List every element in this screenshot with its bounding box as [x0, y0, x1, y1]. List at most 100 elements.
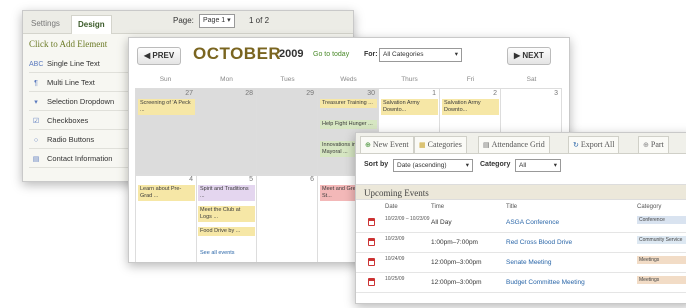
- day-number: 3: [554, 90, 558, 97]
- column-header-date: Date: [385, 204, 398, 210]
- add-icon: ⊕: [365, 141, 371, 149]
- day-number: 27: [185, 90, 193, 97]
- table-row[interactable]: 10/23/09 1:00pm–7:00pm Red Cross Blood Dri…: [356, 233, 686, 253]
- calendar-event[interactable]: Food Drive by ...: [198, 227, 255, 236]
- element-type-icon: ▤: [32, 156, 40, 163]
- day-of-week-header: Tues: [280, 76, 295, 83]
- element-type-icon: ☑: [32, 118, 40, 125]
- events-toolbar: ⊕ New Event ▦ Categories ▤ Attendance Grid ↻ Ex…: [356, 133, 686, 154]
- day-number: 5: [249, 176, 253, 183]
- table-row[interactable]: 10/24/09 12:00pm–3:00pm Senate Meeting Meet…: [356, 253, 686, 273]
- event-title-link[interactable]: Budget Committee Meeting: [506, 279, 585, 286]
- element-option[interactable]: ABC Single Line Text: [29, 55, 139, 73]
- tab-design[interactable]: Design: [71, 15, 112, 34]
- column-header-time: Time: [431, 204, 445, 210]
- day-cell[interactable]: 6: [257, 174, 318, 262]
- tab-categories[interactable]: ▦ Categories: [414, 136, 467, 154]
- event-date: 10/25/09: [385, 276, 405, 282]
- category-select[interactable]: All ▾: [515, 159, 561, 172]
- element-option[interactable]: ☑ Checkboxes: [29, 112, 139, 130]
- column-header-category: Category: [637, 204, 662, 210]
- day-number: 2: [493, 90, 497, 97]
- category-badge: Meetings: [637, 256, 686, 264]
- go-to-today-link[interactable]: Go to today: [313, 51, 349, 58]
- element-type-icon: ¶: [34, 80, 38, 87]
- add-icon: ⊕: [643, 141, 649, 149]
- element-type-icon: ○: [33, 137, 39, 144]
- sort-label: Sort by: [364, 161, 389, 168]
- export-icon: ↻: [573, 141, 579, 149]
- calendar-month: OCTOBER: [193, 44, 282, 63]
- day-number: 28: [245, 90, 253, 97]
- calendar-icon: [368, 258, 375, 266]
- category-filter-value: All Categories: [383, 51, 424, 58]
- element-option-label: Checkboxes: [47, 116, 89, 125]
- folder-icon: ▦: [419, 141, 426, 149]
- day-cell[interactable]: 27 Screening of 'A Peck ...: [135, 88, 197, 176]
- day-of-week-header: Mon: [220, 76, 233, 83]
- see-all-events-link[interactable]: See all events: [200, 250, 235, 256]
- element-option-label: Selection Dropdown: [47, 97, 115, 106]
- event-title-link[interactable]: Senate Meeting: [506, 259, 552, 266]
- calendar-event[interactable]: Screening of 'A Peck ...: [138, 99, 195, 115]
- calendar-event[interactable]: Spirit and Traditions ...: [198, 185, 255, 201]
- event-time: 12:00pm–3:00pm: [431, 259, 482, 266]
- prev-month-button[interactable]: ◀ PREV: [137, 47, 182, 65]
- calendar-event[interactable]: Learn about Pre-Grad ...: [138, 185, 195, 201]
- chevron-down-icon: ▾: [454, 51, 458, 58]
- next-month-button[interactable]: ▶ NEXT: [507, 47, 551, 65]
- day-cell[interactable]: 4 Learn about Pre-Grad ...: [135, 174, 197, 262]
- category-label: Category: [480, 161, 511, 168]
- event-time: All Day: [431, 219, 452, 226]
- calendar-event[interactable]: Meet the Club at Logs ...: [198, 206, 255, 222]
- calendar-icon: [368, 278, 375, 286]
- category-badge: Community Service: [637, 236, 686, 244]
- day-number: 30: [367, 90, 375, 97]
- page-select[interactable]: Page 1 ▾: [199, 14, 235, 28]
- day-of-week-header: Sun: [159, 76, 172, 83]
- day-cell[interactable]: 29: [257, 88, 318, 176]
- event-title-link[interactable]: ASGA Conference: [506, 219, 559, 226]
- calendar-event[interactable]: Help Fight Hunger ...: [320, 120, 377, 129]
- calendar-event[interactable]: Treasurer Training ...: [320, 99, 377, 108]
- calendar-event[interactable]: Salvation Army Downto...: [442, 99, 499, 115]
- event-date: 10/22/09 – 10/23/09: [385, 216, 430, 222]
- day-number: 4: [189, 176, 193, 183]
- tab-attendance-grid[interactable]: ▤ Attendance Grid: [478, 136, 550, 154]
- element-option[interactable]: ○ Radio Buttons: [29, 131, 139, 149]
- event-title-link[interactable]: Red Cross Blood Drive: [506, 239, 572, 246]
- element-option[interactable]: ▤ Contact Information: [29, 150, 139, 168]
- calendar-year: 2009: [279, 48, 304, 60]
- tab-export-all[interactable]: ↻ Export All: [568, 136, 620, 154]
- table-row[interactable]: 10/25/09 12:00pm–3:00pm Budget Committee M…: [356, 273, 686, 293]
- element-option-label: Contact Information: [47, 154, 113, 163]
- category-filter-select[interactable]: All Categories ▾: [379, 48, 462, 62]
- form-builder-tabs: Settings Design Page: Page 1 ▾ 1 of 2: [23, 11, 353, 34]
- element-option[interactable]: ¶ Multi Line Text: [29, 74, 139, 92]
- tab-label: New Event: [372, 140, 409, 149]
- for-label: For:: [364, 51, 378, 58]
- sort-select[interactable]: Date (ascending) ▾: [393, 159, 473, 172]
- day-number: 1: [432, 90, 436, 97]
- tab-label: Attendance Grid: [491, 140, 545, 149]
- day-cell[interactable]: 5 Spirit and Traditions ... Meet the Club …: [196, 174, 257, 262]
- element-option[interactable]: ▾ Selection Dropdown: [29, 93, 139, 111]
- tab-settings[interactable]: Settings: [25, 15, 66, 33]
- calendar-icon: [368, 238, 375, 246]
- table-row[interactable]: 10/22/09 – 10/23/09 All Day ASGA Conferenc…: [356, 213, 686, 233]
- chevron-down-icon: ▾: [553, 162, 557, 169]
- element-type-icon: ABC: [29, 61, 44, 68]
- add-element-heading: Click to Add Element: [29, 39, 108, 49]
- category-select-value: All: [519, 162, 527, 169]
- chevron-down-icon: ▾: [465, 162, 469, 169]
- tab-new-event[interactable]: ⊕ New Event: [360, 136, 414, 154]
- tab-part[interactable]: ⊕ Part: [638, 136, 669, 154]
- upcoming-events-title: Upcoming Events: [356, 184, 686, 200]
- calendar-event[interactable]: Salvation Army Downto...: [381, 99, 438, 115]
- day-cell[interactable]: 28: [196, 88, 257, 176]
- calendar-icon: [368, 218, 375, 226]
- events-panel: ⊕ New Event ▦ Categories ▤ Attendance Grid ↻ Ex…: [355, 132, 686, 304]
- day-of-week-header: Weds: [340, 76, 357, 83]
- event-date: 10/23/09: [385, 236, 405, 242]
- grid-icon: ▤: [483, 141, 490, 149]
